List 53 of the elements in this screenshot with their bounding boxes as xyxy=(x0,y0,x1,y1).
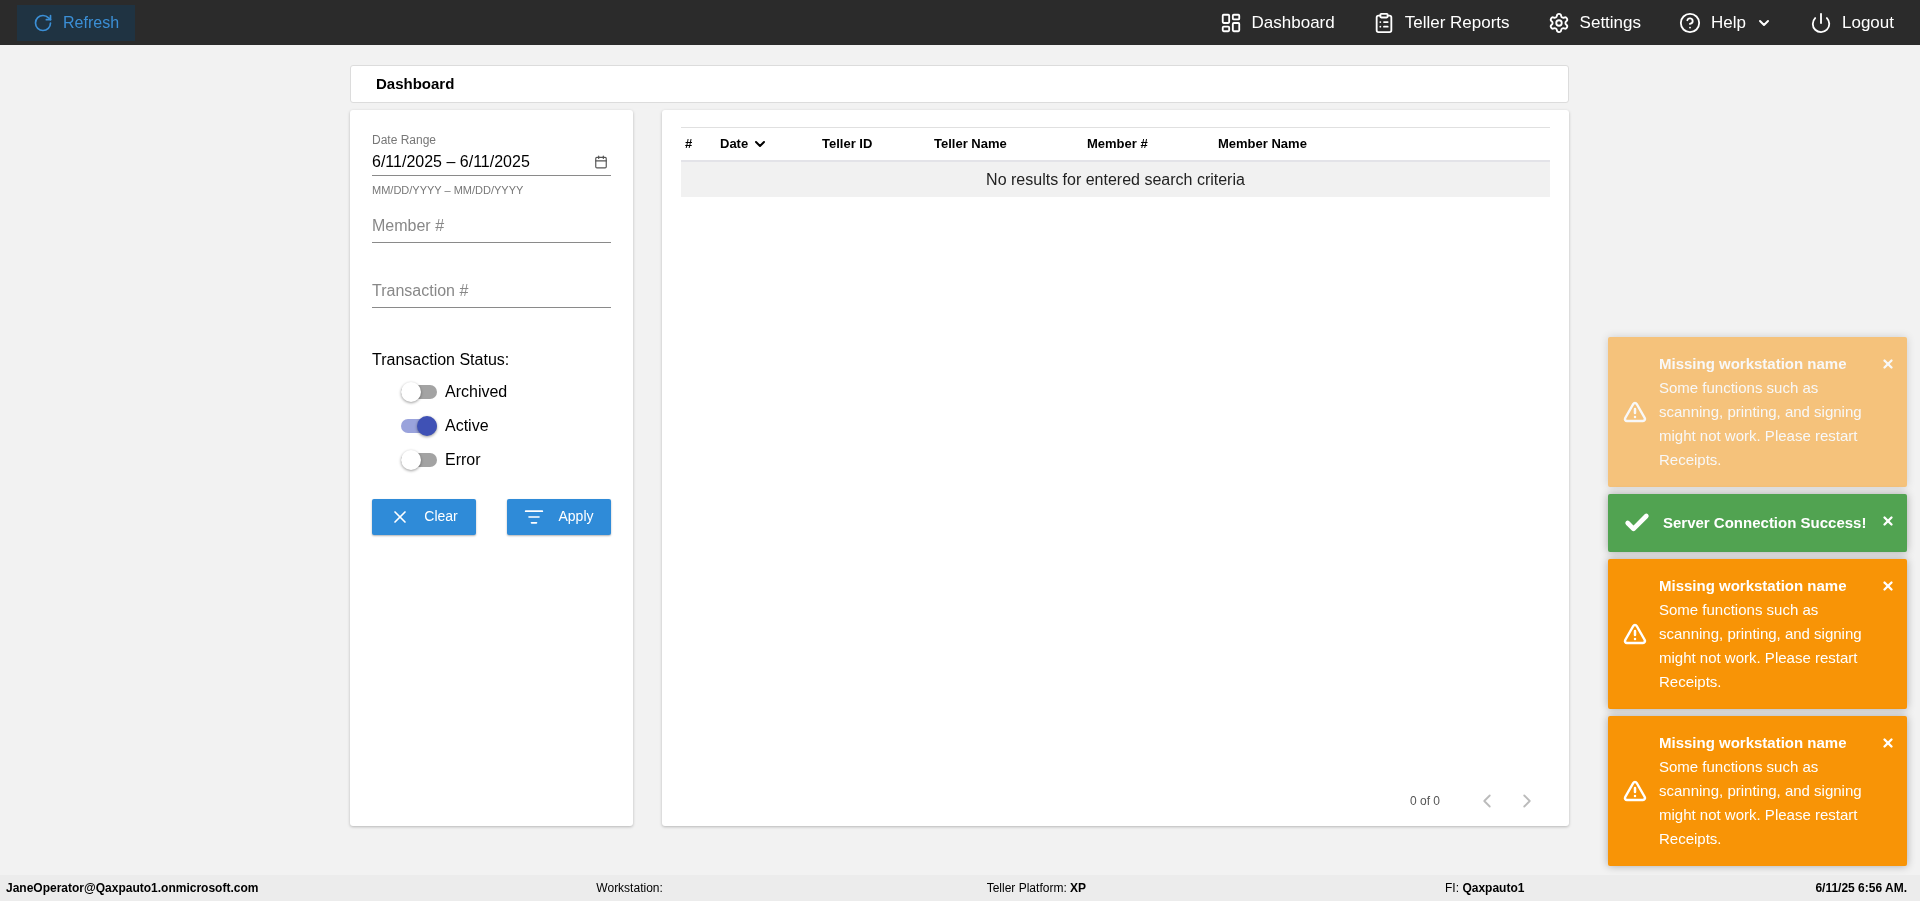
nav-link[interactable]: Dashboard xyxy=(1219,9,1335,36)
dashboard-icon xyxy=(1219,11,1242,34)
text-field[interactable]: Transaction # xyxy=(372,275,611,308)
empty-message: No results for entered search criteria xyxy=(986,169,1245,190)
status-item: 6/11/25 6:56 AM. xyxy=(1815,880,1907,897)
refresh-icon xyxy=(33,12,53,33)
nav-link[interactable]: Teller Reports xyxy=(1372,9,1510,36)
column-header[interactable]: Member Name xyxy=(1218,134,1550,154)
close-icon[interactable] xyxy=(1881,514,1895,528)
close-icon[interactable] xyxy=(1881,736,1895,750)
warning-icon xyxy=(1623,622,1647,646)
status-item: Workstation: xyxy=(596,880,664,897)
nav-link[interactable]: Settings xyxy=(1547,9,1642,36)
text-field[interactable]: Member # xyxy=(372,210,611,243)
toast-title: Missing workstation name xyxy=(1659,576,1848,596)
toggle-switch[interactable] xyxy=(401,384,437,399)
toast-title: Server Connection Success! xyxy=(1663,513,1867,533)
power-icon xyxy=(1810,11,1832,34)
column-header[interactable]: Teller ID xyxy=(822,134,934,154)
page-title: Dashboard xyxy=(376,73,455,94)
field-label: Date Range xyxy=(372,132,438,149)
toggle-label: Active xyxy=(445,415,489,436)
toast-title: Missing workstation name xyxy=(1659,733,1848,753)
warning-icon xyxy=(1623,779,1647,803)
toggle-label: Error xyxy=(445,449,481,470)
clear-button[interactable]: Clear xyxy=(372,498,476,535)
field-hint: MM/DD/YYYY – MM/DD/YYYY xyxy=(372,183,525,198)
column-header[interactable]: Teller Name xyxy=(934,134,1087,154)
status-item: Teller Platform: XP xyxy=(986,880,1088,897)
close-icon[interactable] xyxy=(1881,579,1895,593)
toast-title: Missing workstation name xyxy=(1659,354,1848,374)
column-header[interactable]: # xyxy=(685,134,720,154)
toggle-switch[interactable] xyxy=(401,452,437,467)
nav-link[interactable]: Help xyxy=(1679,9,1772,36)
column-header[interactable]: Date xyxy=(720,134,822,154)
toggle-switch[interactable] xyxy=(401,418,437,433)
date-range-field[interactable]: 6/11/2025 – 6/11/2025 xyxy=(372,149,611,176)
toast-message: Some functions such as scanning, printing, and signing might not work. Please restart Receipts. xyxy=(1659,600,1863,692)
calendar-icon xyxy=(594,155,608,169)
status-item: FI: Qaxpauto1 xyxy=(1445,880,1526,897)
column-header[interactable]: Member # xyxy=(1087,134,1218,154)
status-item: JaneOperator@Qaxpauto1.onmicrosoft.com xyxy=(6,880,260,897)
page-count: 0 of 0 xyxy=(1409,793,1440,810)
apply-button[interactable]: Apply xyxy=(507,498,611,535)
help-icon xyxy=(1679,11,1702,34)
toggle-label: Archived xyxy=(445,381,508,402)
warning-icon xyxy=(1623,400,1647,424)
status-label: Transaction Status: xyxy=(372,349,511,370)
settings-icon xyxy=(1547,11,1570,34)
toast-message: Some functions such as scanning, printing, and signing might not work. Please restart Receipts. xyxy=(1659,378,1863,470)
refresh-button[interactable]: Refresh xyxy=(17,4,136,41)
toast-message: Some functions such as scanning, printing, and signing might not work. Please restart Receipts. xyxy=(1659,757,1863,849)
nav-link[interactable]: Logout xyxy=(1810,9,1894,36)
